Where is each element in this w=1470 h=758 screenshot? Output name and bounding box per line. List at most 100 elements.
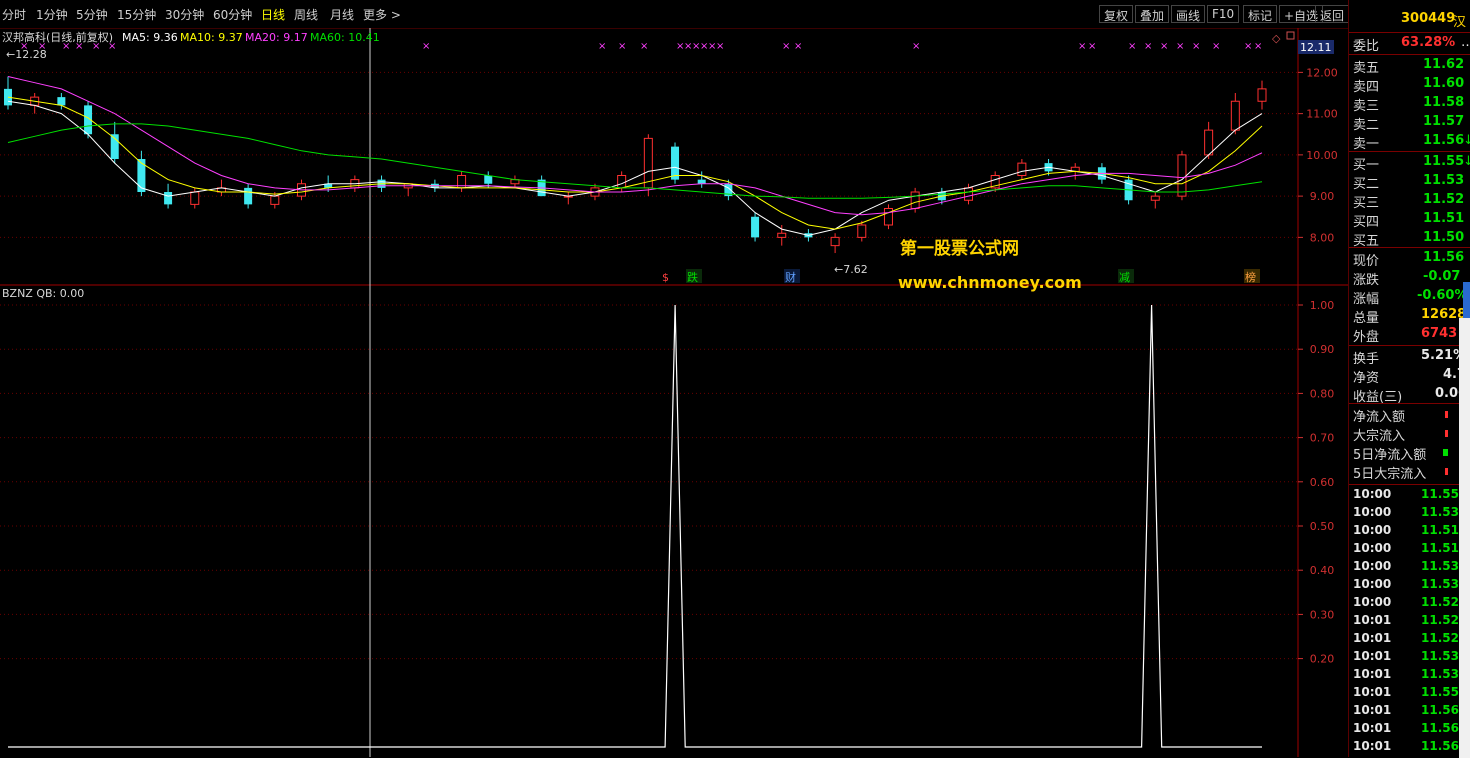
candle — [510, 175, 520, 188]
event-badge-list[interactable]: 榜 — [1245, 270, 1256, 284]
net-assets-label: 净资 — [1353, 371, 1380, 384]
event-badge-drop[interactable]: 跌 — [687, 270, 698, 284]
ask-level-3-label: 卖三 — [1353, 99, 1380, 112]
candle — [617, 171, 627, 192]
back-button[interactable]: 返回 — [1315, 5, 1350, 23]
price-tick-label: 8.00 — [1310, 231, 1335, 244]
indicator-tick-label: 0.20 — [1310, 653, 1335, 666]
ask-level-4-label: 卖四 — [1353, 80, 1380, 93]
event-badge-dollar[interactable]: $ — [662, 271, 669, 284]
tick-row: 10:00 11.55 — [1349, 486, 1470, 504]
candle — [137, 150, 146, 197]
ask-level-5-value: 11.62 — [1423, 57, 1465, 72]
period-tab-15min[interactable]: 15分钟 — [117, 6, 156, 23]
order-ratio-row: 委比 63.28% … — [1349, 34, 1470, 52]
tick-time: 10:01 — [1353, 613, 1392, 627]
ask-level-3-row: 卖三 11.58 — [1349, 94, 1470, 112]
block-inflow-row: 大宗流入 — [1349, 424, 1470, 442]
turnover-label: 换手 — [1353, 352, 1380, 365]
signal-cross-marker: × — [912, 41, 920, 52]
net-inflow-5d-row: 5日净流入额 — [1349, 443, 1470, 461]
candle-body — [484, 175, 493, 184]
adjust-button[interactable]: 复权 — [1099, 5, 1134, 23]
price-y-axis: 12.00 11.00 10.00 9.00 8.00 — [1298, 66, 1338, 244]
change-value: -0.07 — [1423, 269, 1461, 284]
candle — [671, 142, 680, 184]
tick-price: 11.53 — [1421, 667, 1459, 681]
tick-row: 10:01 11.55 — [1349, 684, 1470, 702]
signal-cross-marker: × — [1176, 41, 1184, 52]
diamond-icon[interactable]: ◇ — [1272, 32, 1281, 45]
ma60-legend: MA60: 10.41 — [310, 31, 380, 44]
quote-panel: 300449 汉 委比 63.28% … 卖五 11.62 卖四 11.60 卖三 11.… — [1348, 0, 1470, 758]
signal-cross-marker: × — [1212, 41, 1220, 52]
outer-volume-value: 6743 — [1421, 326, 1458, 341]
ask-level-1-label: 卖一 — [1353, 137, 1380, 150]
tick-time: 10:00 — [1353, 559, 1392, 573]
mark-button[interactable]: 标记 — [1243, 5, 1278, 23]
f10-button[interactable]: F10 — [1207, 5, 1240, 23]
side-popup-edge[interactable] — [1459, 318, 1470, 758]
period-tab-intraday[interactable]: 分时 — [2, 6, 26, 23]
tick-price: 11.56 — [1421, 739, 1459, 753]
bid-level-5-label: 买五 — [1353, 234, 1380, 247]
candle-body — [751, 216, 760, 238]
period-tab-weekly[interactable]: 周线 — [294, 6, 318, 23]
tick-time: 10:00 — [1353, 541, 1392, 555]
signal-cross-marker: × — [1128, 41, 1136, 52]
tick-price: 11.53 — [1421, 559, 1459, 573]
candle-body — [57, 97, 66, 106]
period-tab-daily[interactable]: 日线 — [261, 6, 285, 23]
tick-time: 10:00 — [1353, 487, 1392, 501]
ma5-legend: MA5: 9.36 — [122, 31, 178, 44]
period-tab-more[interactable]: 更多 > — [363, 6, 401, 23]
candle-body — [883, 208, 893, 226]
candle-body — [617, 175, 627, 189]
tick-time: 10:01 — [1353, 703, 1392, 717]
period-tab-60min[interactable]: 60分钟 — [213, 6, 252, 23]
overlay-button[interactable]: 叠加 — [1135, 5, 1170, 23]
change-label: 涨跌 — [1353, 273, 1380, 286]
candle — [1257, 80, 1267, 110]
candle-body — [1230, 100, 1240, 131]
tick-row: 10:01 11.53 — [1349, 648, 1470, 666]
period-tab-30min[interactable]: 30分钟 — [165, 6, 204, 23]
period-tab-5min[interactable]: 5分钟 — [76, 6, 108, 23]
tick-price: 11.53 — [1421, 577, 1459, 591]
candle-body — [1204, 129, 1214, 156]
event-badge-finance[interactable]: 财 — [785, 270, 796, 284]
bid-level-2-value: 11.53 — [1423, 173, 1465, 188]
ask-level-4-value: 11.60 — [1423, 76, 1465, 91]
change-row: 涨跌 -0.07 — [1349, 268, 1470, 286]
chart-area[interactable]: 12.00 11.00 10.00 9.00 8.00 1.00 0.90 0.80 0.70… — [0, 28, 1348, 757]
candle — [30, 93, 40, 114]
price-tick-label: 12.00 — [1306, 66, 1338, 79]
ask-level-5-row: 卖五 11.62 — [1349, 56, 1470, 74]
bid-level-4-value: 11.51 — [1423, 211, 1465, 226]
last-price-row: 现价 11.56 — [1349, 249, 1470, 267]
event-badge-reduce[interactable]: 减 — [1119, 271, 1130, 284]
candle — [4, 76, 12, 110]
flow-bar — [1445, 468, 1448, 475]
price-tick-label: 10.00 — [1306, 149, 1338, 162]
ma10-legend: MA10: 9.37 — [180, 31, 243, 44]
tick-price: 11.55 — [1421, 487, 1459, 501]
scroll-tab[interactable] — [1463, 282, 1470, 318]
candle-body — [830, 236, 840, 247]
ma10-line — [7, 96, 1263, 230]
candle-body — [1017, 162, 1027, 176]
draw-button[interactable]: 画线 — [1171, 5, 1206, 23]
tick-row: 10:01 11.52 — [1349, 612, 1470, 630]
candle-body — [910, 191, 920, 209]
square-icon[interactable] — [1286, 31, 1295, 40]
turnover-row: 换手 5.21% — [1349, 347, 1470, 365]
period-tab-1min[interactable]: 1分钟 — [36, 6, 68, 23]
signal-cross-marker: × — [1160, 41, 1168, 52]
candle-body — [1177, 154, 1187, 197]
separator — [1349, 484, 1470, 485]
volume-row: 总量 12628 — [1349, 306, 1470, 324]
last-price-value: 11.56 — [1423, 250, 1465, 265]
bid-level-5-row: 买五 11.50 — [1349, 229, 1470, 247]
period-tab-monthly[interactable]: 月线 — [330, 6, 354, 23]
tick-time: 10:01 — [1353, 739, 1392, 753]
